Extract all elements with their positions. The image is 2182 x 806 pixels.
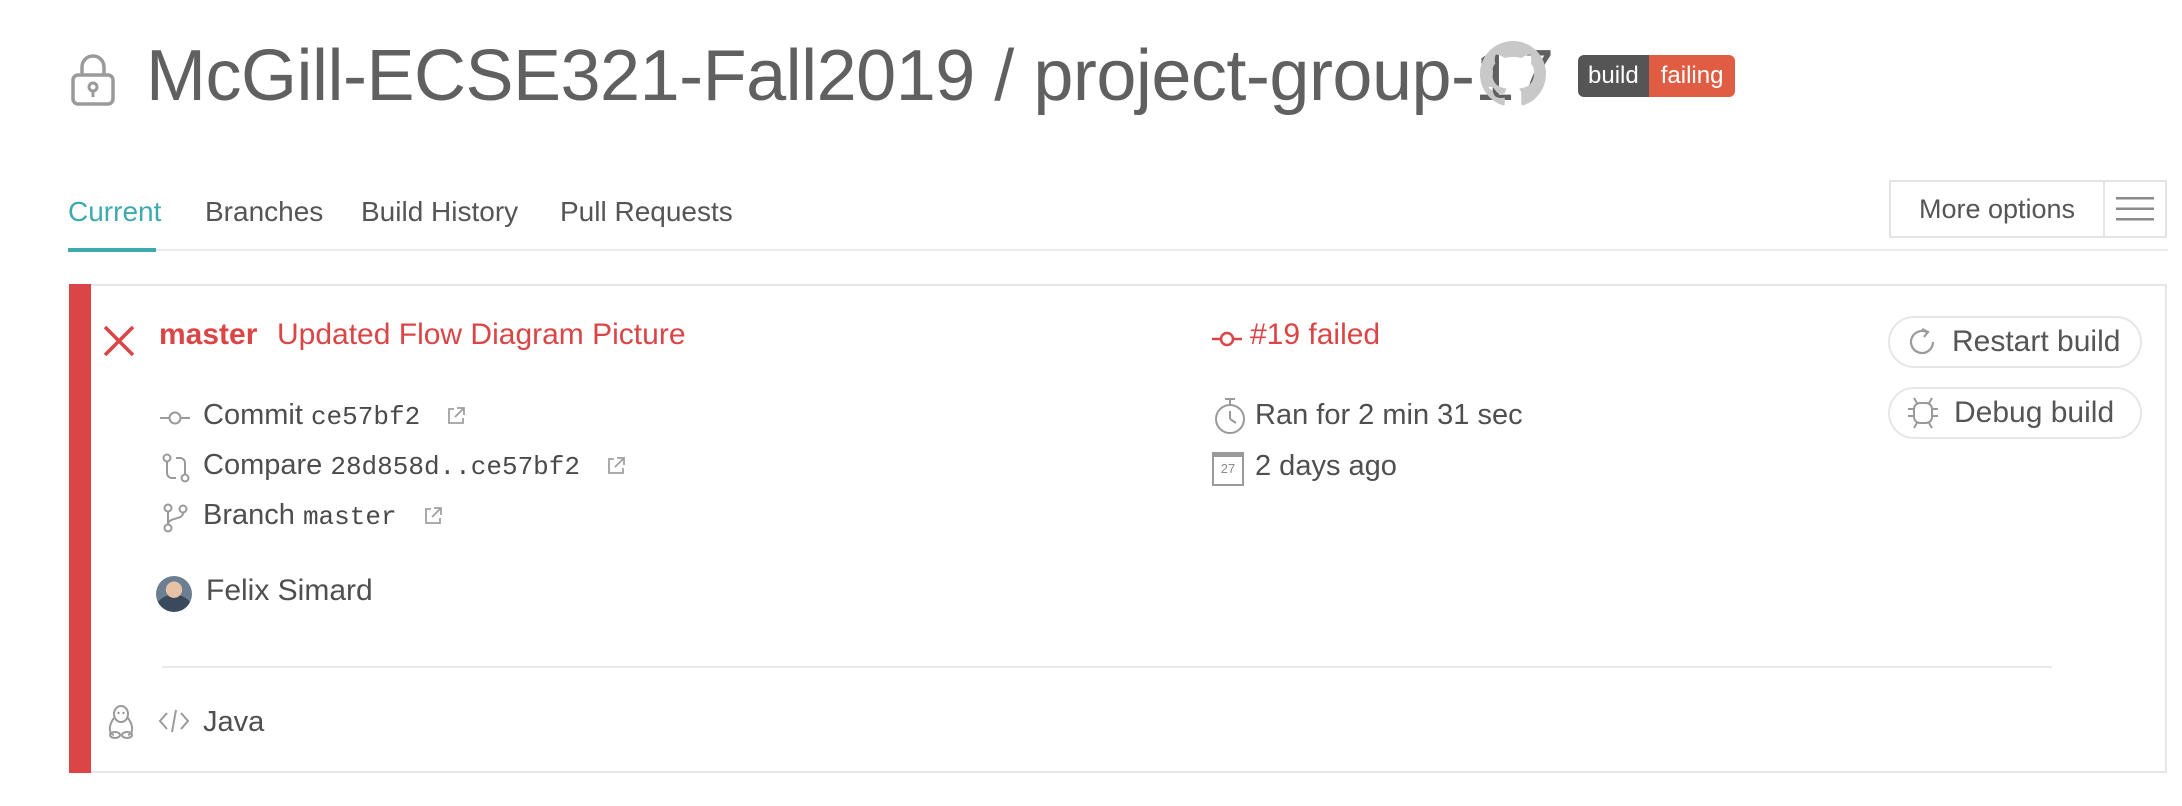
stopwatch-icon bbox=[1215, 398, 1245, 434]
external-link-icon[interactable] bbox=[606, 456, 626, 476]
commit-label: Commit bbox=[203, 399, 303, 431]
badge-label: build bbox=[1578, 55, 1649, 97]
compare-range[interactable]: 28d858d..ce57bf2 bbox=[330, 452, 580, 482]
build-status-badge[interactable]: build failing bbox=[1578, 55, 1736, 97]
commit-row[interactable]: Commit ce57bf2 bbox=[203, 399, 466, 432]
commit-message: Updated Flow Diagram Picture bbox=[277, 318, 686, 351]
commit-sha[interactable]: ce57bf2 bbox=[311, 402, 420, 432]
branch-value[interactable]: master bbox=[303, 502, 397, 532]
compare-icon bbox=[162, 453, 190, 483]
build-number-status[interactable]: #19 failed bbox=[1250, 318, 1380, 352]
more-options-label: More options bbox=[1891, 182, 2105, 236]
restart-build-label: Restart build bbox=[1952, 325, 2121, 358]
card-divider bbox=[162, 666, 2052, 668]
author-avatar bbox=[156, 576, 192, 612]
lock-icon bbox=[71, 54, 115, 106]
language-label: Java bbox=[203, 706, 265, 738]
branch-icon bbox=[163, 503, 188, 533]
active-tab-indicator bbox=[68, 248, 156, 252]
branch-link[interactable]: master bbox=[159, 318, 257, 352]
failed-status-stripe bbox=[69, 284, 91, 773]
linux-icon bbox=[108, 705, 134, 739]
branch-label: Branch bbox=[203, 499, 295, 531]
tabs-divider bbox=[68, 249, 2168, 251]
author-name: Felix Simard bbox=[206, 574, 373, 607]
failed-x-icon bbox=[103, 325, 135, 357]
bug-icon bbox=[1908, 397, 1938, 429]
debug-build-button[interactable]: Debug build bbox=[1888, 387, 2142, 439]
tab-pull-requests[interactable]: Pull Requests bbox=[560, 196, 733, 228]
badge-status: failing bbox=[1648, 55, 1736, 97]
repo-title: McGill-ECSE321-Fall2019 / project-group-… bbox=[146, 36, 1554, 116]
calendar-icon: 27 bbox=[1212, 452, 1244, 486]
compare-label: Compare bbox=[203, 449, 323, 481]
commit-icon bbox=[160, 411, 190, 425]
commit-node-icon bbox=[1212, 331, 1242, 347]
debug-build-label: Debug build bbox=[1954, 396, 2115, 429]
github-icon[interactable] bbox=[1480, 41, 1546, 107]
compare-row[interactable]: Compare 28d858d..ce57bf2 bbox=[203, 449, 626, 482]
tab-branches[interactable]: Branches bbox=[205, 196, 323, 228]
external-link-icon[interactable] bbox=[423, 506, 443, 526]
branch-row[interactable]: Branch master bbox=[203, 499, 443, 532]
restart-build-button[interactable]: Restart build bbox=[1888, 316, 2142, 368]
build-time-ago: 2 days ago bbox=[1255, 450, 1397, 482]
build-duration: Ran for 2 min 31 sec bbox=[1255, 399, 1523, 431]
tab-current[interactable]: Current bbox=[68, 196, 161, 228]
external-link-icon[interactable] bbox=[446, 406, 466, 426]
more-options-button[interactable]: More options bbox=[1889, 180, 2167, 238]
tab-build-history[interactable]: Build History bbox=[361, 196, 518, 228]
hamburger-menu-icon[interactable] bbox=[2105, 196, 2165, 222]
restart-icon bbox=[1909, 328, 1935, 355]
code-icon bbox=[158, 709, 190, 733]
